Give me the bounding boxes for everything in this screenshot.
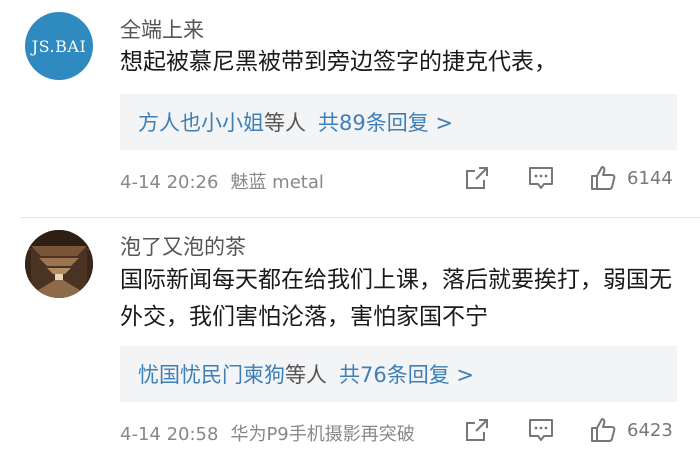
like-count: 6423 <box>627 420 673 441</box>
comment-icon[interactable] <box>528 165 554 191</box>
timestamp: 4-14 20:26 <box>120 172 219 193</box>
reply-count-link[interactable]: 共76条回复 > <box>339 359 474 389</box>
comment-item: JS.BAI 全端上来 想起被慕尼黑被带到旁边签字的捷克代表， 方人也小小姐 等人… <box>0 0 700 218</box>
avatar-photo <box>25 230 93 298</box>
username[interactable]: 全端上来 <box>120 14 204 44</box>
avatar-logo-text: JS.BAI <box>31 36 87 56</box>
comment-meta: 4-14 20:58 华为P9手机摄影再突破 <box>120 420 415 446</box>
avatar[interactable]: JS.BAI <box>25 12 93 80</box>
reply-names[interactable]: 方人也小小姐 <box>138 107 264 137</box>
comment-icon[interactable] <box>528 417 554 443</box>
device-label: 华为P9手机摄影再突破 <box>230 424 415 445</box>
reply-others-label: 等人 <box>285 363 327 387</box>
reply-summary[interactable]: 忧国忧民门柬狗 等人 共76条回复 > <box>120 346 677 402</box>
username[interactable]: 泡了又泡的茶 <box>120 231 246 261</box>
share-icon[interactable] <box>464 417 490 443</box>
reply-count-link[interactable]: 共89条回复 > <box>318 107 453 137</box>
timestamp: 4-14 20:58 <box>120 424 219 445</box>
avatar[interactable] <box>25 230 93 298</box>
comment-item: 泡了又泡的茶 国际新闻每天都在给我们上课，落后就要挨打，弱国无外交，我们害怕沦落… <box>0 218 700 457</box>
device-label: 魅蓝 metal <box>230 172 324 193</box>
reply-summary[interactable]: 方人也小小姐 等人 共89条回复 > <box>120 94 677 150</box>
comment-text: 国际新闻每天都在给我们上课，落后就要挨打，弱国无外交，我们害怕沦落，害怕家国不宁 <box>120 267 672 330</box>
thumbs-up-icon[interactable] <box>590 417 616 443</box>
reply-others-label: 等人 <box>264 111 306 135</box>
reply-names[interactable]: 忧国忧民门柬狗 <box>138 359 285 389</box>
comment-text: 想起被慕尼黑被带到旁边签字的捷克代表， <box>120 49 557 75</box>
share-icon[interactable] <box>464 165 490 191</box>
thumbs-up-icon[interactable] <box>590 165 616 191</box>
comment-meta: 4-14 20:26 魅蓝 metal <box>120 168 324 194</box>
like-count: 6144 <box>627 168 673 189</box>
